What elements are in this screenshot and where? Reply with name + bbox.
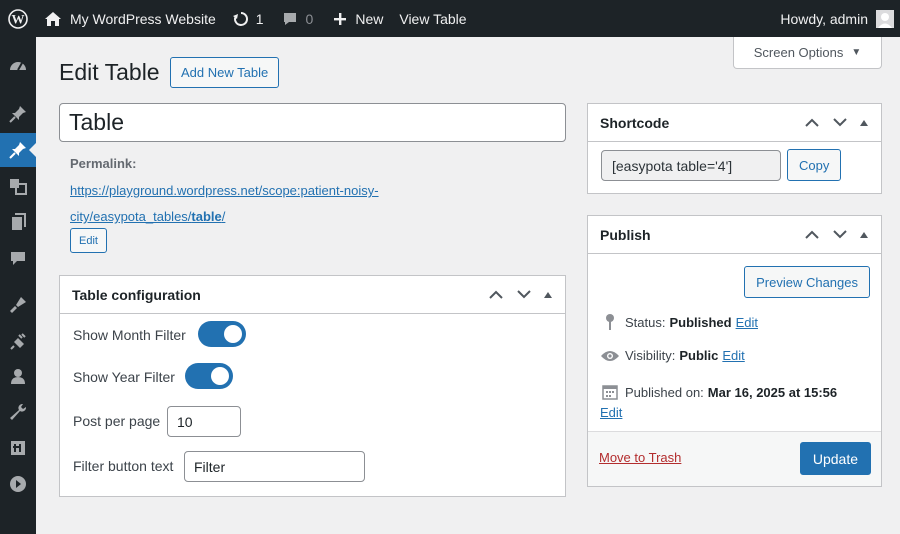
calendar-icon [600,384,620,400]
pin-icon [600,313,620,331]
permalink-link[interactable]: https://playground.wordpress.net/scope:p… [70,178,450,230]
per-page-label: Post per page [73,413,161,429]
new-content-link[interactable]: New [333,0,383,37]
publish-actions: Move to Trash Update [588,431,881,486]
comments-link[interactable]: 0 [282,0,314,37]
shortcode-field[interactable]: [easypota table='4'] [601,150,781,181]
toggle-panel-icon[interactable] [859,226,869,244]
toggle-knob [211,367,229,385]
pages-icon[interactable] [0,205,36,239]
postbox-header: Publish [588,216,881,254]
site-name-label: My WordPress Website [70,10,216,27]
postbox-header: Table configuration [60,276,565,314]
admin-sidebar [0,37,36,534]
published-on-label: Published on: [625,384,704,400]
updates-link[interactable]: 1 [232,0,264,37]
status-label: Status: [625,314,666,330]
comments-count: 0 [305,10,314,27]
permalink-slug: table [191,209,222,224]
avatar [876,9,894,28]
site-name-link[interactable]: My WordPress Website [36,0,216,37]
move-down-icon[interactable] [831,226,849,244]
media-icon[interactable] [0,169,36,203]
table-configuration-box: Table configuration Show Month Filter Sh… [59,275,566,497]
published-on-row: Published on: Mar 16, 2025 at 15:56 [600,384,837,400]
edit-visibility-link[interactable]: Edit [722,348,744,363]
new-label: New [355,10,384,27]
copy-shortcode-button[interactable]: Copy [787,149,842,181]
status-value: Published [669,314,732,330]
toggle-panel-icon[interactable] [543,286,553,304]
edit-date-link[interactable]: Edit [600,405,622,420]
comments-icon[interactable] [0,241,36,275]
posts-icon[interactable] [0,97,36,131]
appearance-icon[interactable] [0,288,36,322]
view-table-label: View Table [399,10,467,27]
home-icon [45,11,61,26]
dashboard-icon[interactable] [0,49,36,83]
view-table-link[interactable]: View Table [399,0,466,37]
permalink-url-line2: city/easypota_tables/ [70,209,192,224]
show-year-toggle[interactable] [185,363,233,389]
show-month-toggle[interactable] [198,321,246,347]
plugins-icon[interactable] [0,325,36,359]
visibility-value: Public [679,348,719,363]
filter-button-text-label: Filter button text [73,458,174,474]
preview-changes-button[interactable]: Preview Changes [744,266,870,298]
postbox-title: Table configuration [72,286,201,303]
edit-permalink-button[interactable]: Edit [70,228,107,253]
title-input[interactable]: Table [59,103,566,142]
postbox-header: Shortcode [588,104,881,142]
toggle-knob [224,325,242,343]
status-row: Status: Published Edit [600,313,758,331]
screen-options-button[interactable]: Screen Options ▼ [733,37,882,69]
move-up-icon[interactable] [803,226,821,244]
comment-bubble-icon [283,12,296,25]
postbox-title: Shortcode [600,114,670,131]
update-button[interactable]: Update [799,442,871,475]
show-year-label: Show Year Filter [73,369,175,385]
tools-icon[interactable] [0,395,36,429]
shortcode-box: Shortcode [easypota table='4'] Copy [587,103,882,194]
screen-options-label: Screen Options [753,45,844,60]
svg-text:W: W [12,11,25,26]
move-down-icon[interactable] [515,286,533,304]
show-month-label: Show Month Filter [73,327,186,343]
move-up-icon[interactable] [487,286,505,304]
publish-box: Publish Preview Changes Status: Publishe… [587,215,882,487]
move-down-icon[interactable] [831,114,849,132]
tables-icon[interactable] [0,133,36,167]
published-on-value: Mar 16, 2025 at 15:56 [707,384,838,400]
permalink-label: Permalink: [70,156,137,171]
move-to-trash-link[interactable]: Move to Trash [599,450,681,465]
permalink-url-line1: https://playground.wordpress.net/scope:p… [70,183,379,198]
edit-status-link[interactable]: Edit [736,315,758,330]
page-title: Edit Table [59,59,160,85]
per-page-input[interactable]: 10 [167,406,241,437]
visibility-label: Visibility: [625,348,676,363]
move-up-icon[interactable] [803,114,821,132]
howdy-label: Howdy, admin [780,10,868,27]
eye-icon [600,350,620,362]
my-account-link[interactable]: Howdy, admin [780,0,894,37]
admin-bar: W My WordPress Website 1 0 New View Tabl… [0,0,900,37]
filter-button-text-input[interactable]: Filter [184,451,365,482]
collapse-menu-icon[interactable] [0,467,36,501]
updates-icon [232,11,248,26]
plus-icon [334,12,347,25]
users-icon[interactable] [0,359,36,393]
add-new-table-button[interactable]: Add New Table [170,57,280,88]
toggle-panel-icon[interactable] [859,114,869,132]
postbox-title: Publish [600,226,651,243]
visibility-row: Visibility: Public Edit [600,348,745,363]
updates-count: 1 [255,10,264,27]
settings-icon[interactable] [0,431,36,465]
permalink-url-suffix: / [221,209,226,224]
caret-down-icon: ▼ [851,47,862,58]
wordpress-logo-icon[interactable]: W [0,0,36,37]
